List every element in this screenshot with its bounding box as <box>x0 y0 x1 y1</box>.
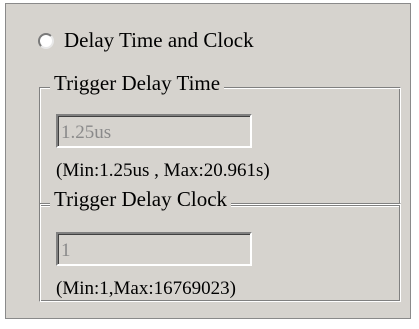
delay-time-and-clock-radio[interactable] <box>38 32 54 49</box>
trigger-delay-clock-range: (Min:1,Max:16769023) <box>56 278 236 299</box>
trigger-delay-time-title: Trigger Delay Time <box>50 73 225 94</box>
trigger-delay-clock-input[interactable]: 1 <box>56 232 252 266</box>
trigger-delay-time-input[interactable]: 1.25us <box>56 114 252 148</box>
trigger-delay-clock-group: Trigger Delay Clock 1 (Min:1,Max:1676902… <box>39 189 401 302</box>
trigger-delay-clock-title: Trigger Delay Clock <box>50 189 232 210</box>
delay-time-and-clock-option[interactable]: Delay Time and Clock <box>38 30 254 51</box>
trigger-delay-time-range: (Min:1.25us , Max:20.961s) <box>56 160 270 181</box>
delay-settings-panel: Delay Time and Clock Trigger Delay Time … <box>5 3 411 319</box>
delay-time-and-clock-label: Delay Time and Clock <box>64 28 254 52</box>
